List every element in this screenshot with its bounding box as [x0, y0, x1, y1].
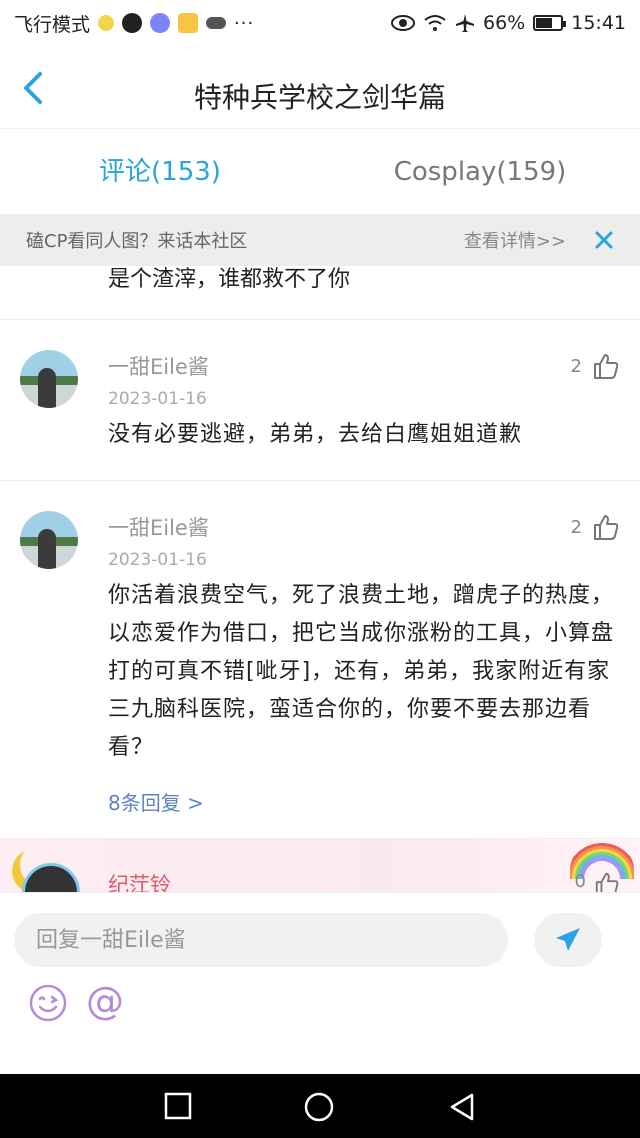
- tab-comments[interactable]: 评论(153): [0, 129, 320, 214]
- banner-text: 磕CP看同人图？来话本社区: [26, 231, 248, 252]
- status-bar: 飞行模式 ··· 66% 15:41: [0, 0, 640, 46]
- header: 特种兵学校之剑华篇: [0, 46, 640, 128]
- promo-banner[interactable]: 磕CP看同人图？来话本社区 查看详情>>: [0, 214, 640, 266]
- recent-apps-icon[interactable]: [164, 1092, 192, 1120]
- tiktok-icon: [122, 13, 143, 33]
- music-icon: [150, 13, 171, 33]
- airplane-mode-label: 飞行模式: [14, 13, 91, 36]
- cloud-icon: [206, 17, 227, 29]
- home-icon[interactable]: [304, 1092, 334, 1122]
- mention-button[interactable]: @: [86, 979, 124, 1023]
- comment-date: 2023-01-16: [108, 389, 207, 409]
- notification-icon: [98, 15, 115, 31]
- like-count: 2: [570, 516, 582, 538]
- system-nav-bar: [0, 1074, 640, 1138]
- like-count: 2: [570, 355, 582, 377]
- like-button[interactable]: 0: [575, 871, 620, 892]
- comment-date: 2023-01-16: [108, 550, 207, 570]
- comment-item: 一甜Eile酱 2023-01-16 没有必要逃避，弟弟，去给白鹰姐姐道歉 2: [0, 320, 640, 481]
- eye-icon: [391, 15, 415, 31]
- tab-cosplay[interactable]: Cosplay(159): [320, 129, 640, 214]
- reply-bar: @: [0, 892, 640, 1074]
- partial-comment-text: 是个渣滓，谁都救不了你: [0, 266, 640, 320]
- like-button[interactable]: 2: [571, 352, 620, 380]
- comment-author[interactable]: 一甜Eile酱: [108, 350, 620, 384]
- reply-input[interactable]: [14, 913, 508, 967]
- battery-fill: [536, 18, 553, 28]
- send-button[interactable]: [534, 913, 602, 967]
- comment-text: 你活着浪费空气，死了浪费土地，蹭虎子的热度，以恋爱作为借口，把它当成你涨粉的工具…: [108, 583, 615, 760]
- thumbs-up-icon: [594, 354, 619, 379]
- banner-detail-link[interactable]: 查看详情>>: [464, 227, 566, 253]
- comment-item: 一甜Eile酱 2023-01-16 你活着浪费空气，死了浪费土地，蹭虎子的热度…: [0, 481, 640, 839]
- avatar[interactable]: [20, 511, 78, 569]
- like-button[interactable]: 2: [571, 513, 620, 541]
- close-icon[interactable]: [594, 230, 614, 250]
- send-icon: [556, 928, 580, 951]
- featured-comment: 纪茳铃 0: [0, 839, 640, 892]
- avatar[interactable]: [20, 350, 78, 408]
- comment-author[interactable]: 纪茳铃: [108, 869, 171, 892]
- airplane-icon: [456, 14, 474, 32]
- thumbs-up-icon: [594, 515, 619, 540]
- clock: 15:41: [571, 12, 626, 34]
- page-title: 特种兵学校之剑华篇: [193, 81, 446, 114]
- comment-author[interactable]: 一甜Eile酱: [108, 511, 620, 545]
- like-count: 0: [574, 871, 586, 892]
- comment-list: 是个渣滓，谁都救不了你 一甜Eile酱 2023-01-16 没有必要逃避，弟弟…: [0, 266, 640, 892]
- notes-icon: [178, 13, 199, 33]
- more-icon: ···: [234, 12, 255, 34]
- battery-percent: 66%: [483, 12, 526, 34]
- back-nav-icon[interactable]: [448, 1092, 476, 1122]
- view-replies-link[interactable]: 8条回复 >: [108, 787, 620, 838]
- emoji-icon[interactable]: [28, 983, 68, 1023]
- tab-bar: 评论(153) Cosplay(159): [0, 128, 640, 214]
- comment-text: 没有必要逃避，弟弟，去给白鹰姐姐道歉: [108, 422, 523, 447]
- battery-icon: [533, 15, 567, 31]
- thumbs-up-icon: [595, 872, 619, 892]
- wifi-icon: [424, 15, 446, 31]
